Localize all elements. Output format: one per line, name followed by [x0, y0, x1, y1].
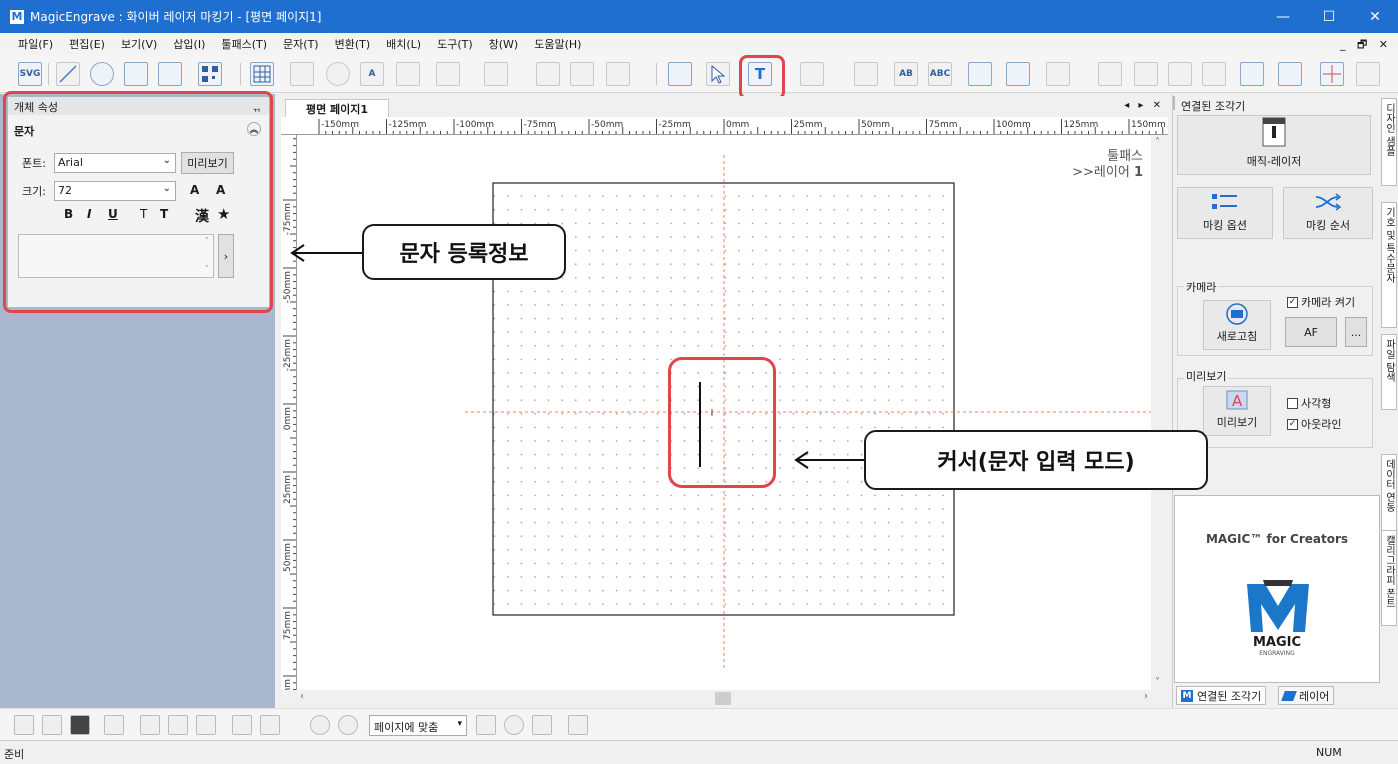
callout-text-properties: 문자 등록정보 [362, 224, 566, 280]
callout-arrows [290, 244, 864, 469]
callout-cursor: 커서(문자 입력 모드) [864, 430, 1208, 490]
